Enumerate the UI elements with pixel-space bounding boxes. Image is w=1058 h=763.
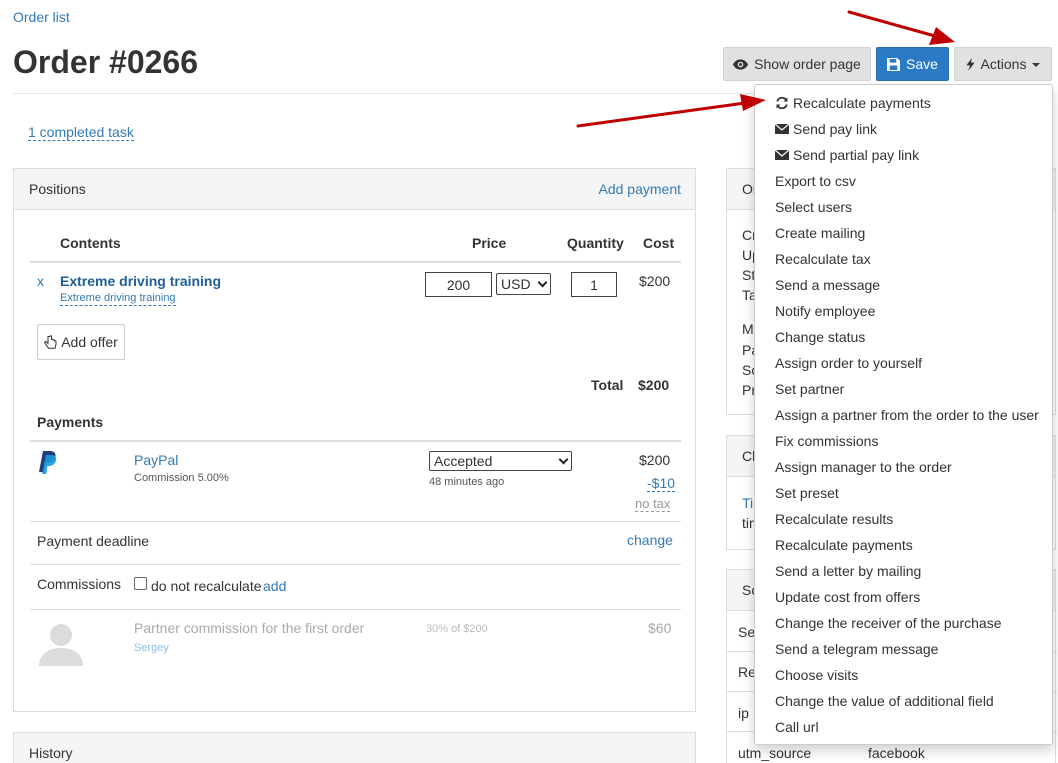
annotation-arrows <box>576 10 955 128</box>
arrow-to-actions-icon <box>847 10 955 45</box>
arrow-to-recalculate-icon <box>576 94 766 128</box>
